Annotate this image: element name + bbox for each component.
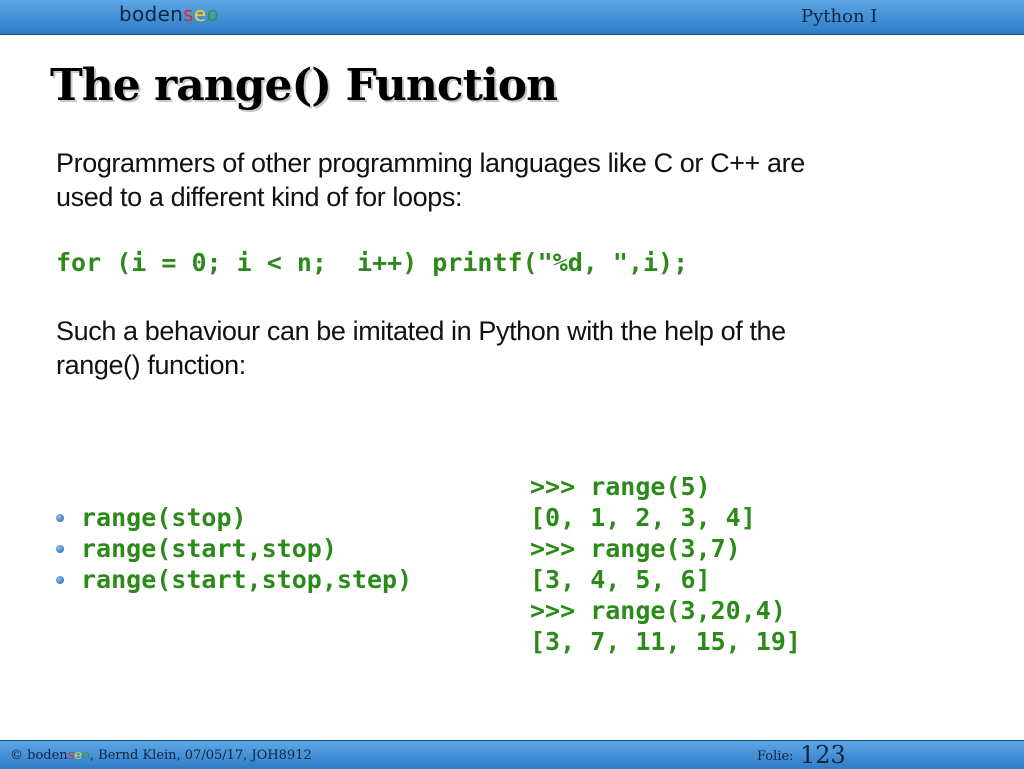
range-line-1: Such a behaviour can be imitated in Pyth… [56,316,786,346]
bodenseo-logo: bodenseo [119,2,219,26]
slide-title: The range() Function [50,60,558,111]
repl-line: >>> range(3,7) [530,534,741,563]
list-item: range(start,stop) [56,533,412,564]
repl-line: >>> range(5) [530,472,711,501]
intro-line-1: Programmers of other programming languag… [56,148,805,178]
range-line-2: range() function: [56,350,246,380]
repl-line: [3, 7, 11, 15, 19] [530,627,801,656]
bullet-icon [56,545,64,553]
repl-line: [3, 4, 5, 6] [530,565,711,594]
course-title: Python I [801,6,878,27]
intro-paragraph: Programmers of other programming languag… [56,146,805,214]
slide-number-label: Folie: [757,749,794,764]
range-paragraph: Such a behaviour can be imitated in Pyth… [56,314,786,382]
bodenseo-logo-small: bodenseo [27,748,90,763]
bullet-icon [56,514,64,522]
python-repl-example: >>> range(5) [0, 1, 2, 3, 4] >>> range(3… [530,471,801,657]
list-item: range(stop) [56,502,412,533]
slide-number: 123 [800,741,846,769]
footer-bar: © bodenseo, Bernd Klein, 07/05/17, JOH89… [0,740,1024,769]
c-for-loop-code: for (i = 0; i < n; i++) printf("%d, ",i)… [56,248,689,277]
bullet-icon [56,576,64,584]
repl-line: [0, 1, 2, 3, 4] [530,503,756,532]
intro-line-2: used to a different kind of for loops: [56,182,463,212]
repl-line: >>> range(3,20,4) [530,596,786,625]
header-bar: bodenseo Python I [0,0,1024,35]
footer-credits: © bodenseo, Bernd Klein, 07/05/17, JOH89… [10,748,312,763]
range-signatures-list: range(stop) range(start,stop) range(star… [56,502,412,595]
list-item: range(start,stop,step) [56,564,412,595]
